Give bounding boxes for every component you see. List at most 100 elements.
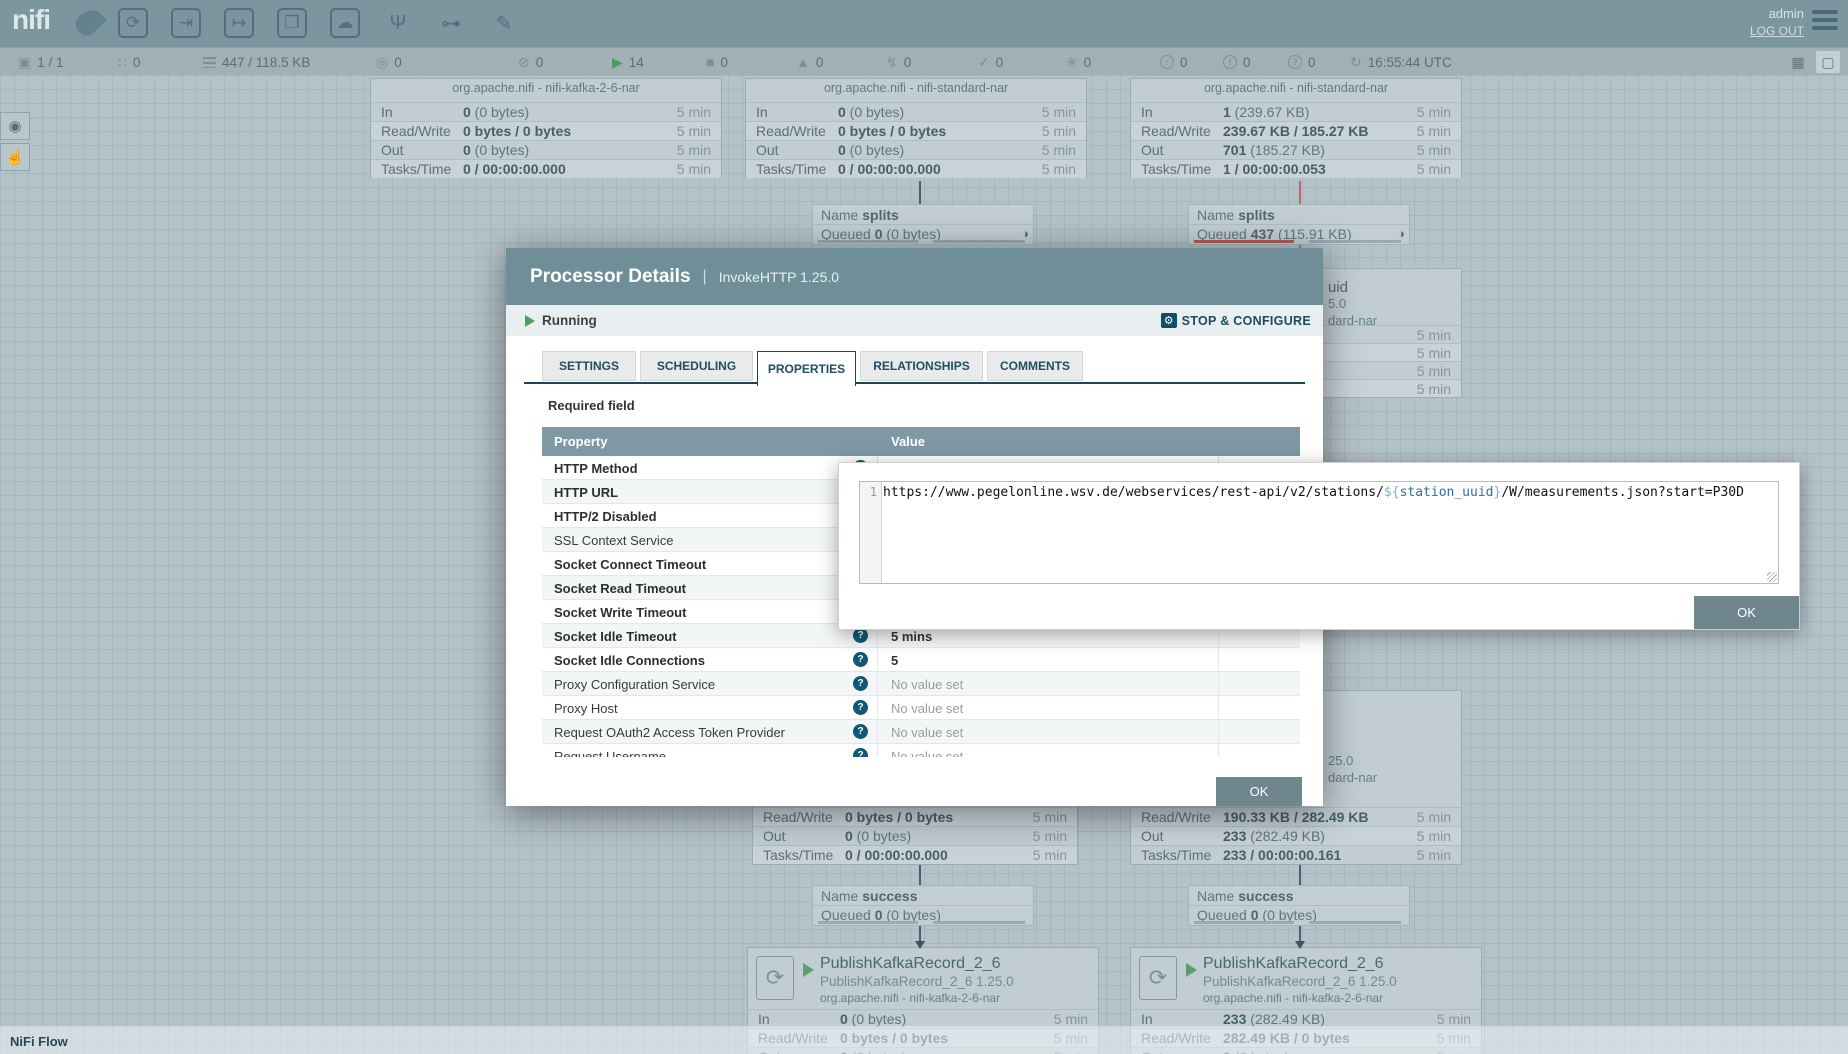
input-port-component-icon[interactable]: ⇥: [171, 8, 201, 38]
property-name-cell: SSL Context Service?: [542, 528, 878, 552]
running-play-icon: [525, 315, 535, 327]
property-value-cell[interactable]: No value set: [879, 720, 1219, 744]
connection-label-splits[interactable]: Name splitsQueued 437 (115.91 KB)◑: [1188, 204, 1410, 245]
el-variable: station_uuid: [1400, 485, 1494, 500]
processor-stats-row: Read/Write239.67 KB / 185.27 KB5 min: [1131, 121, 1461, 140]
status-clustered-nodes: ▣1 / 1: [18, 48, 64, 76]
navigate-panel-button[interactable]: ◉: [0, 112, 30, 140]
property-column-header: Property: [554, 434, 607, 449]
tab-settings[interactable]: SETTINGS: [542, 351, 636, 381]
tab-properties[interactable]: PROPERTIES: [757, 351, 856, 386]
stat-value-bold: 190.33 KB / 282.49 KB: [1223, 809, 1369, 825]
status-version-locally-modified-count: 0: [1084, 55, 1092, 70]
processor-bundle: org.apache.nifi - nifi-kafka-2-6-nar: [820, 991, 1000, 1005]
stat-value-bold: 1 / 00:00:00.053: [1223, 161, 1326, 177]
value-editor-popup: 1 https://www.pegelonline.wsv.de/webserv…: [838, 462, 1800, 630]
resize-handle-icon[interactable]: [1767, 572, 1777, 582]
connection-name-row: Name success: [1189, 886, 1409, 906]
connection-label-splits[interactable]: Name splitsQueued 0 (0 bytes)◑: [812, 204, 1034, 245]
dialog-ok-button[interactable]: OK: [1216, 777, 1302, 806]
dialog-title: Processor Details: [530, 266, 691, 288]
property-value-cell[interactable]: No value set: [879, 672, 1219, 696]
remote-process-group-component-icon[interactable]: ☁: [330, 8, 360, 38]
logout-link[interactable]: LOG OUT: [1750, 24, 1804, 38]
property-extra-cell: [1219, 720, 1300, 744]
processor-bundle: org.apache.nifi - nifi-kafka-2-6-nar: [371, 81, 721, 95]
editor-ok-button[interactable]: OK: [1694, 596, 1799, 629]
help-icon[interactable]: ?: [853, 652, 868, 667]
property-name-cell: Socket Connect Timeout?: [542, 552, 878, 576]
output-port-component-icon[interactable]: ↦: [224, 8, 254, 38]
global-menu-icon[interactable]: [1812, 10, 1838, 34]
processor-stats-row: Tasks/Time233 / 00:00:00.1615 min: [1131, 845, 1461, 864]
processor-stats-row: Read/Write0 bytes / 0 bytes5 min: [746, 121, 1086, 140]
relationship-name: success: [862, 888, 917, 904]
stat-value-bold: 233: [1223, 1011, 1246, 1027]
template-component-icon[interactable]: ⊶: [436, 8, 466, 38]
breadcrumb[interactable]: NiFi Flow: [10, 1034, 68, 1049]
tabs-underline: [524, 382, 1305, 384]
status-version-sync-failure: !0: [1223, 48, 1251, 76]
stop-and-configure-button[interactable]: ⚙ STOP & CONFIGURE: [1161, 313, 1311, 328]
component-palette: ⟳ ⇥ ↦ ❐ ☁ Ψ ⊶ ✎: [118, 8, 519, 38]
property-value-cell[interactable]: No value set: [879, 744, 1219, 757]
stat-value-bold: 0 bytes / 0 bytes: [845, 809, 953, 825]
funnel-component-icon[interactable]: Ψ: [383, 8, 413, 38]
processor-bundle: org.apache.nifi - nifi-kafka-2-6-nar: [1203, 991, 1383, 1005]
stat-window: 5 min: [1437, 1011, 1471, 1027]
processor-type-version: PublishKafkaRecord_2_6 1.25.0: [820, 974, 1014, 989]
help-icon[interactable]: ?: [853, 724, 868, 739]
value-editor-field[interactable]: 1 https://www.pegelonline.wsv.de/webserv…: [859, 481, 1779, 584]
version-sync-failure-icon: !: [1223, 55, 1237, 69]
name-label: Name: [821, 207, 862, 223]
stat-window: 5 min: [1033, 828, 1067, 844]
stat-label: Tasks/Time: [763, 847, 845, 863]
connection-name-row: Name splits: [1189, 205, 1409, 225]
tab-relationships[interactable]: RELATIONSHIPS: [860, 351, 983, 381]
processor-upper-middle[interactable]: org.apache.nifi - nifi-standard-narIn0 (…: [745, 78, 1087, 178]
label-component-icon[interactable]: ✎: [489, 8, 519, 38]
status-queued-count: 447 / 118.5 KB: [222, 55, 310, 70]
stat-window: 5 min: [1033, 809, 1067, 825]
birdseye-icon[interactable]: ▦: [1786, 51, 1810, 73]
tab-comments[interactable]: COMMENTS: [987, 351, 1083, 381]
tab-scheduling[interactable]: SCHEDULING: [640, 351, 753, 381]
property-extra-cell: [1219, 672, 1300, 696]
help-icon[interactable]: ?: [853, 628, 868, 643]
stat-window: 5 min: [1417, 327, 1451, 343]
processor-upper-left[interactable]: org.apache.nifi - nifi-kafka-2-6-narIn0 …: [370, 78, 722, 178]
property-extra-cell: [1219, 696, 1300, 720]
help-icon[interactable]: ?: [853, 676, 868, 691]
status-queued: 447 / 118.5 KB: [203, 48, 310, 76]
processor-upper-right[interactable]: org.apache.nifi - nifi-standard-narIn1 (…: [1130, 78, 1462, 178]
status-bar: ▣1 / 1∷0447 / 118.5 KB◎0⊘0▶14■0▲0↯0✓0✳0↑…: [0, 47, 1848, 75]
size-progress-bar: [933, 240, 1025, 243]
property-value-cell[interactable]: 5: [879, 648, 1219, 672]
property-extra-cell: [1219, 648, 1300, 672]
status-invalid: ▲0: [796, 48, 823, 76]
processor-name: PublishKafkaRecord_2_6: [820, 955, 1001, 973]
stat-window: 5 min: [677, 142, 711, 158]
status-version-sync-failure-count: 0: [1243, 55, 1251, 70]
clipped-text-fragment: 5.0: [1328, 296, 1346, 311]
last-refreshed[interactable]: ↻16:55:44 UTC: [1350, 48, 1452, 76]
stat-window: 5 min: [1417, 142, 1451, 158]
relationship-name: splits: [1238, 207, 1275, 223]
property-value-cell[interactable]: No value set: [879, 696, 1219, 720]
properties-table-header: Property Value: [542, 427, 1300, 456]
bulletin-board-icon[interactable]: ▢: [1816, 51, 1840, 73]
operate-panel-button[interactable]: ☝: [0, 143, 30, 171]
stat-window: 5 min: [1417, 809, 1451, 825]
processor-component-icon[interactable]: ⟳: [118, 8, 148, 38]
help-icon[interactable]: ?: [853, 700, 868, 715]
processor-bundle: org.apache.nifi - nifi-standard-nar: [746, 81, 1086, 95]
connection-label-success[interactable]: Name successQueued 0 (0 bytes): [812, 885, 1034, 926]
connection-label-success[interactable]: Name successQueued 0 (0 bytes): [1188, 885, 1410, 926]
arrowhead-icon: [915, 941, 925, 949]
help-icon[interactable]: ?: [853, 748, 868, 757]
status-active-threads-count: 0: [133, 55, 141, 70]
property-row: Socket Idle Connections?5: [542, 648, 1300, 672]
process-group-component-icon[interactable]: ❐: [277, 8, 307, 38]
status-not-transmitting-count: 0: [536, 55, 544, 70]
stat-window: 5 min: [677, 123, 711, 139]
